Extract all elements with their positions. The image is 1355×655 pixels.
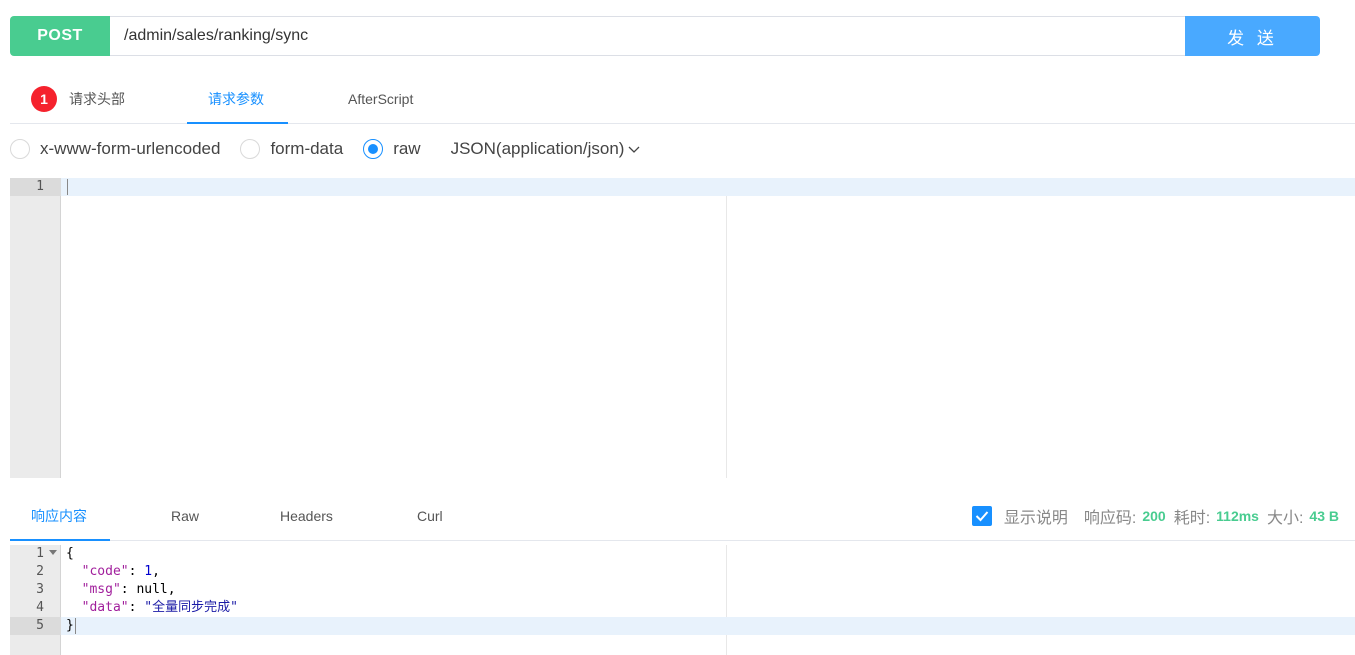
content-type-select[interactable]: JSON(application/json) — [451, 139, 641, 159]
text-cursor — [67, 179, 68, 195]
tab-response-headers-label: Headers — [280, 508, 333, 524]
url-input[interactable]: /admin/sales/ranking/sync — [110, 16, 1185, 56]
send-button[interactable]: 发 送 — [1185, 16, 1320, 56]
headers-count-badge: 1 — [31, 86, 57, 112]
radio-urlencoded[interactable]: x-www-form-urlencoded — [10, 139, 220, 159]
tab-response-curl[interactable]: Curl — [417, 492, 443, 540]
body-type-group: x-www-form-urlencoded form-data raw JSON… — [10, 136, 640, 162]
brace-open: { — [66, 546, 74, 561]
time-label: 耗时: — [1173, 510, 1211, 527]
method-select[interactable]: POST — [10, 16, 110, 56]
status-code-value: 200 — [1142, 508, 1166, 524]
line-code: "code": 1, — [66, 563, 160, 581]
checkmark-icon — [975, 511, 989, 522]
active-tab-indicator — [187, 122, 288, 124]
active-tab-indicator — [10, 539, 110, 541]
fold-arrow-icon[interactable] — [49, 550, 57, 556]
line-code: } — [66, 617, 74, 635]
editor-line[interactable]: 1 — [10, 178, 1355, 196]
editor-line[interactable]: 1 { — [10, 545, 1355, 563]
radio-urlencoded-circle[interactable] — [10, 139, 30, 159]
tab-request-params-label: 请求参数 — [208, 91, 264, 107]
print-margin — [726, 178, 727, 478]
tab-response-headers[interactable]: Headers — [280, 492, 333, 540]
line-number: 5 — [10, 617, 61, 635]
response-body-editor[interactable]: 1 { 2 "code": 1, 3 "msg": null, 4 "data"… — [10, 545, 1355, 655]
request-bar: POST /admin/sales/ranking/sync 发 送 — [10, 16, 1320, 56]
chevron-down-icon — [628, 146, 640, 153]
tab-response-curl-label: Curl — [417, 508, 443, 524]
tab-response-raw-label: Raw — [171, 508, 200, 524]
json-colon: : — [128, 600, 145, 615]
radio-raw-label: raw — [393, 139, 421, 158]
text-cursor — [75, 618, 76, 634]
editor-gutter — [10, 178, 61, 478]
json-value-msg: : null, — [120, 582, 176, 597]
tab-afterscript-label: AfterScript — [348, 91, 414, 107]
json-key-code: "code" — [81, 564, 129, 579]
editor-line[interactable]: 5 } — [10, 617, 1355, 635]
json-key-msg: "msg" — [81, 582, 121, 597]
request-tabs: 1 请求头部 请求参数 AfterScript — [10, 74, 1355, 124]
line-number: 1 — [10, 178, 61, 196]
radio-raw-circle[interactable] — [363, 139, 384, 159]
tab-response-content[interactable]: 响应内容 — [31, 492, 87, 540]
line-code: { — [66, 545, 74, 563]
json-value-data: "全量同步完成" — [144, 600, 238, 615]
show-desc-checkbox[interactable] — [971, 506, 992, 526]
tab-request-headers[interactable]: 1 请求头部 — [31, 74, 125, 124]
json-value-code: 1 — [144, 564, 153, 579]
status-code-label: 响应码: — [1083, 510, 1137, 527]
radio-urlencoded-label: x-www-form-urlencoded — [40, 139, 221, 158]
size-value: 43 B — [1309, 508, 1339, 524]
tab-response-raw[interactable]: Raw — [171, 492, 199, 540]
time-value: 112ms — [1216, 508, 1259, 524]
radio-form-data-circle[interactable] — [240, 139, 261, 159]
size-label: 大小: — [1266, 510, 1304, 527]
tab-request-params[interactable]: 请求参数 — [208, 74, 264, 124]
content-type-label: JSON(application/json) — [450, 139, 625, 158]
json-comma: , — [152, 564, 160, 579]
editor-line[interactable]: 2 "code": 1, — [10, 563, 1355, 581]
json-key-data: "data" — [81, 600, 129, 615]
line-number: 3 — [36, 582, 44, 597]
editor-line[interactable]: 3 "msg": null, — [10, 581, 1355, 599]
radio-form-data-label: form-data — [270, 139, 344, 158]
brace-close: } — [66, 618, 74, 633]
response-meta: 显示说明 响应码: 200 耗时: 112ms 大小: 43 B — [971, 504, 1339, 528]
tab-response-content-label: 响应内容 — [31, 508, 87, 524]
request-body-editor[interactable]: 1 — [10, 178, 1355, 478]
editor-line[interactable]: 4 "data": "全量同步完成" — [10, 599, 1355, 617]
line-number: 2 — [36, 564, 44, 579]
line-number: 4 — [36, 600, 44, 615]
line-code: "msg": null, — [66, 581, 176, 599]
tab-afterscript[interactable]: AfterScript — [348, 74, 413, 124]
json-colon: : — [128, 564, 145, 579]
radio-raw[interactable]: raw — [363, 139, 421, 159]
show-desc-label[interactable]: 显示说明 — [1004, 504, 1068, 528]
tab-request-headers-label: 请求头部 — [69, 91, 125, 107]
line-code: "data": "全量同步完成" — [66, 599, 238, 617]
radio-form-data[interactable]: form-data — [240, 139, 343, 159]
